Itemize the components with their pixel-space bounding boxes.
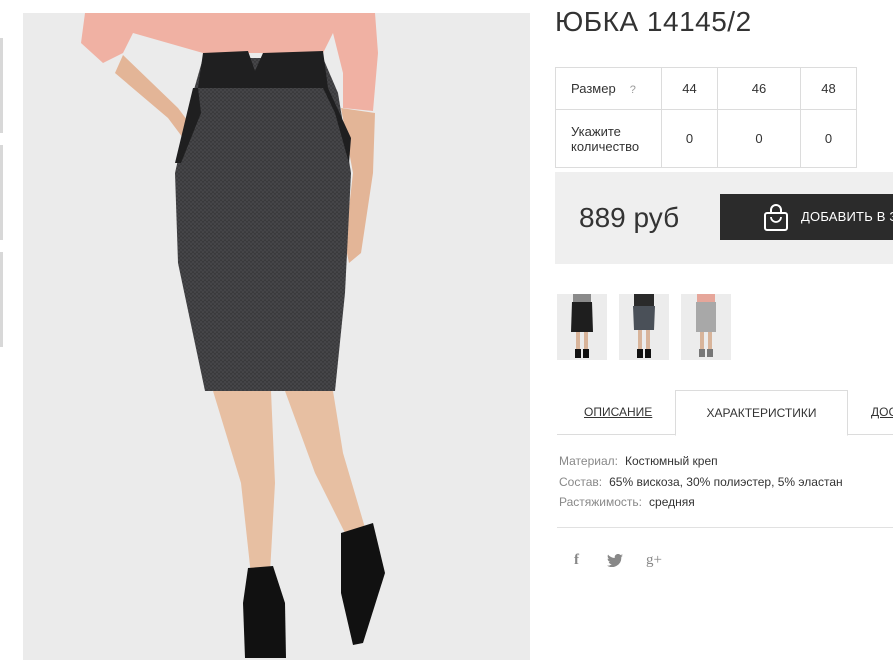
product-tabs: ОПИСАНИЕ ХАРАКТЕРИСТИКИ ДОС	[557, 390, 893, 436]
tab-description[interactable]: ОПИСАНИЕ	[584, 390, 652, 434]
spec-key: Материал:	[559, 454, 618, 468]
size-48: 48	[800, 67, 857, 110]
side-thumbnail-strip[interactable]	[0, 38, 3, 133]
side-thumbnail-strip[interactable]	[0, 252, 3, 347]
googleplus-icon[interactable]: g+	[646, 552, 662, 569]
shopping-bag-icon	[764, 204, 788, 231]
spec-value: Костюмный креп	[624, 454, 718, 468]
price: 889 руб	[579, 202, 680, 233]
size-label-cell: Размер?	[555, 67, 662, 110]
spec-value: средняя	[649, 495, 695, 509]
size-46: 46	[717, 67, 801, 110]
tab-characteristics[interactable]: ХАРАКТЕРИСТИКИ	[675, 390, 848, 436]
tab-delivery[interactable]: ДОС	[871, 390, 893, 434]
spec-composition: Состав: 65% вискоза, 30% полиэстер, 5% эл…	[559, 475, 843, 489]
product-title: ЮБКА 14145/2	[555, 6, 752, 37]
thumbnail-light-gray-skirt[interactable]	[681, 294, 731, 360]
spec-material: Материал: Костюмный креп	[559, 454, 718, 468]
quantity-input-44[interactable]: 0	[661, 109, 718, 168]
price-box: 889 руб ДОБАВИТЬ В ЗА	[555, 172, 893, 264]
spec-key: Растяжимость:	[559, 495, 643, 509]
add-to-cart-button[interactable]: ДОБАВИТЬ В ЗА	[720, 194, 893, 240]
size-44: 44	[661, 67, 718, 110]
thumbnail-dark-gray-skirt[interactable]	[619, 294, 669, 360]
thumbnail-black-skirt[interactable]	[557, 294, 607, 360]
spec-stretch: Растяжимость: средняя	[559, 495, 695, 509]
size-label: Размер	[571, 81, 616, 96]
facebook-icon[interactable]: f	[574, 552, 579, 569]
size-quantity-table: Размер? 44 46 48 Укажите количество 0 0 …	[555, 67, 857, 168]
spec-key: Состав:	[559, 475, 603, 489]
divider	[557, 527, 893, 528]
spec-value: 65% вискоза, 30% полиэстер, 5% эластан	[609, 475, 843, 489]
add-to-cart-label: ДОБАВИТЬ В ЗА	[801, 209, 893, 224]
question-icon[interactable]: ?	[630, 84, 636, 96]
quantity-input-48[interactable]: 0	[800, 109, 857, 168]
active-tab-gap	[676, 434, 847, 435]
side-thumbnail-strip[interactable]	[0, 145, 3, 240]
quantity-label: Укажите количество	[555, 109, 662, 168]
main-product-image[interactable]	[23, 13, 530, 660]
quantity-input-46[interactable]: 0	[717, 109, 801, 168]
twitter-icon[interactable]	[607, 553, 623, 571]
